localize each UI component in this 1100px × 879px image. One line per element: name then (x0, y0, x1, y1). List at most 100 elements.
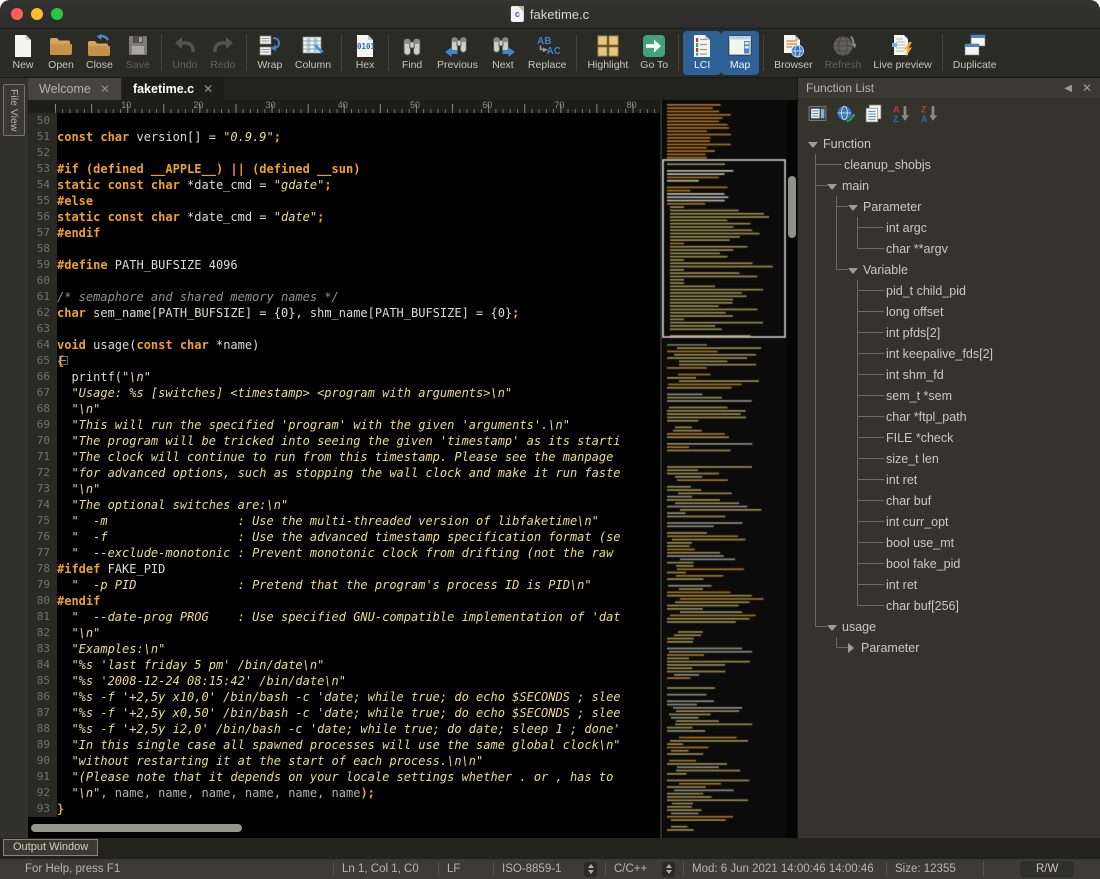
toolbar-duplicate-button[interactable]: Duplicate (947, 31, 1003, 75)
code-line[interactable]: "Examples:\n" (57, 641, 660, 657)
code-line[interactable]: "\n" (57, 481, 660, 497)
code-line[interactable]: { (57, 353, 660, 369)
toolbar-hex-button[interactable]: 0101Hex (346, 31, 384, 75)
tree-item-char-buf[interactable]: char buf (857, 490, 1100, 511)
tree-item-parameter[interactable]: Parameter (836, 637, 1100, 658)
function-list-web-icon[interactable] (836, 104, 855, 123)
code-editor[interactable]: 5051525354555657585960616263646566676869… (28, 113, 660, 838)
tree-item-int-shm-fd[interactable]: int shm_fd (857, 364, 1100, 385)
code-line[interactable]: "Usage: %s [switches] <timestamp> <progr… (57, 385, 660, 401)
tree-item-bool-fake-pid[interactable]: bool fake_pid (857, 553, 1100, 574)
toolbar-new-button[interactable]: New (4, 31, 42, 75)
horizontal-scrollbar-thumb[interactable] (31, 824, 242, 832)
toolbar-lci-button[interactable]: LCI (683, 31, 721, 75)
tree-item-char-ftpl-path[interactable]: char *ftpl_path (857, 406, 1100, 427)
toolbar-replace-button[interactable]: ABACReplace (522, 31, 573, 75)
language-stepper[interactable] (662, 862, 675, 877)
minimap-canvas[interactable] (662, 100, 787, 838)
collapse-icon[interactable] (848, 268, 858, 274)
read-write-toggle[interactable]: R/W (1020, 861, 1074, 877)
code-line[interactable]: "The clock will continue to run from thi… (57, 449, 660, 465)
code-line[interactable] (57, 273, 660, 289)
close-tab-icon[interactable]: ✕ (203, 82, 213, 96)
code-line[interactable]: "\n", name, name, name, name, name, name… (57, 785, 660, 801)
code-line[interactable]: void usage(const char *name) (57, 337, 660, 353)
code-line[interactable] (57, 113, 660, 129)
tree-item-int-ret[interactable]: int ret (857, 574, 1100, 595)
code-line[interactable]: char sem_name[PATH_BUFSIZE] = {0}, shm_n… (57, 305, 660, 321)
tree-item-int-keepalive-fds-2-[interactable]: int keepalive_fds[2] (857, 343, 1100, 364)
tab-welcome[interactable]: Welcome✕ (28, 78, 122, 100)
code-line[interactable]: " -f : Use the advanced timestamp specif… (57, 529, 660, 545)
file-view-tab[interactable]: File View (3, 84, 25, 136)
code-text-area[interactable]: const char version[] = "0.9.9"; #if (defi… (57, 113, 660, 817)
collapse-panel-icon[interactable]: ◀ (1064, 83, 1072, 94)
tree-item-usage[interactable]: usage (815, 616, 1100, 637)
close-window-button[interactable] (11, 8, 23, 20)
code-line[interactable]: #endif (57, 225, 660, 241)
collapse-icon[interactable] (827, 625, 837, 631)
toolbar-open-button[interactable]: Open (42, 31, 80, 75)
vertical-scrollbar-thumb[interactable] (788, 176, 796, 238)
toolbar-wrap-button[interactable]: Wrap (251, 31, 289, 75)
sort-descending-icon[interactable]: ZA (920, 104, 939, 123)
code-line[interactable]: "\n" (57, 625, 660, 641)
vertical-scrollbar[interactable] (787, 100, 797, 838)
tree-item-int-ret[interactable]: int ret (857, 469, 1100, 490)
tree-item-main[interactable]: main (815, 175, 1100, 196)
code-line[interactable]: " -m : Use the multi-threaded version of… (57, 513, 660, 529)
code-line[interactable]: "The program will be tricked into seeing… (57, 433, 660, 449)
code-line[interactable]: #endif (57, 593, 660, 609)
code-line[interactable]: static const char *date_cmd = "date"; (57, 209, 660, 225)
tree-item-int-curr-opt[interactable]: int curr_opt (857, 511, 1100, 532)
code-line[interactable]: " --exclude-monotonic : Prevent monotoni… (57, 545, 660, 561)
tree-item-int-pfds-2-[interactable]: int pfds[2] (857, 322, 1100, 343)
code-line[interactable]: #ifdef FAKE_PID (57, 561, 660, 577)
tree-item-char-buf-256-[interactable]: char buf[256] (857, 595, 1100, 616)
toolbar-go-to-button[interactable]: Go To (634, 31, 674, 75)
code-line[interactable]: printf("\n" (57, 369, 660, 385)
tree-item-pid-t-child-pid[interactable]: pid_t child_pid (857, 280, 1100, 301)
close-tab-icon[interactable]: ✕ (100, 82, 110, 96)
toolbar-next-button[interactable]: Next (484, 31, 522, 75)
code-line[interactable]: "for advanced options, such as stopping … (57, 465, 660, 481)
tree-item-parameter[interactable]: Parameter (836, 196, 1100, 217)
tree-item-function[interactable]: Function (808, 133, 1100, 154)
code-minimap[interactable] (661, 100, 787, 838)
code-line[interactable]: "\n" (57, 401, 660, 417)
code-line[interactable]: "%s '2008-12-24 08:15:42' /bin/date\n" (57, 673, 660, 689)
code-line[interactable]: "The optional switches are:\n" (57, 497, 660, 513)
tree-item-cleanup-shobjs[interactable]: cleanup_shobjs (815, 154, 1100, 175)
code-line[interactable]: "%s -f '+2,5y x0,50' /bin/bash -c 'date;… (57, 705, 660, 721)
code-line[interactable]: #if (defined __APPLE__) || (defined __su… (57, 161, 660, 177)
code-line[interactable]: "(Please note that it depends on your lo… (57, 769, 660, 785)
code-line[interactable]: "This will run the specified 'program' w… (57, 417, 660, 433)
toolbar-map-button[interactable]: Map (721, 31, 759, 75)
tab-faketime-c[interactable]: faketime.c✕ (122, 78, 225, 100)
minimize-window-button[interactable] (31, 8, 43, 20)
tree-item-size-t-len[interactable]: size_t len (857, 448, 1100, 469)
code-line[interactable]: "%s 'last friday 5 pm' /bin/date\n" (57, 657, 660, 673)
output-window-tab[interactable]: Output Window (3, 839, 98, 856)
code-line[interactable]: #define PATH_BUFSIZE 4096 (57, 257, 660, 273)
collapse-icon[interactable] (808, 142, 818, 148)
code-line[interactable] (57, 321, 660, 337)
copy-list-icon[interactable] (864, 104, 883, 123)
code-line[interactable]: "%s -f '+2,5y i2,0' /bin/bash -c 'date; … (57, 721, 660, 737)
tree-item-long-offset[interactable]: long offset (857, 301, 1100, 322)
toolbar-close-button[interactable]: Close (80, 31, 119, 75)
code-line[interactable] (57, 241, 660, 257)
code-line[interactable]: " --date-prog PROG : Use specified GNU-c… (57, 609, 660, 625)
toolbar-highlight-button[interactable]: Highlight (581, 31, 634, 75)
code-line[interactable]: "In this single case all spawned process… (57, 737, 660, 753)
toolbar-column-button[interactable]: Column (289, 31, 337, 75)
tree-item-char-argv[interactable]: char **argv (857, 238, 1100, 259)
code-line[interactable]: static const char *date_cmd = "gdate"; (57, 177, 660, 193)
toolbar-live-preview-button[interactable]: Live preview (867, 31, 937, 75)
tree-item-variable[interactable]: Variable (836, 259, 1100, 280)
code-line[interactable]: " -p PID : Pretend that the program's pr… (57, 577, 660, 593)
code-line[interactable]: "%s -f '+2,5y x10,0' /bin/bash -c 'date;… (57, 689, 660, 705)
tree-item-int-argc[interactable]: int argc (857, 217, 1100, 238)
code-line[interactable]: const char version[] = "0.9.9"; (57, 129, 660, 145)
tree-item-bool-use-mt[interactable]: bool use_mt (857, 532, 1100, 553)
